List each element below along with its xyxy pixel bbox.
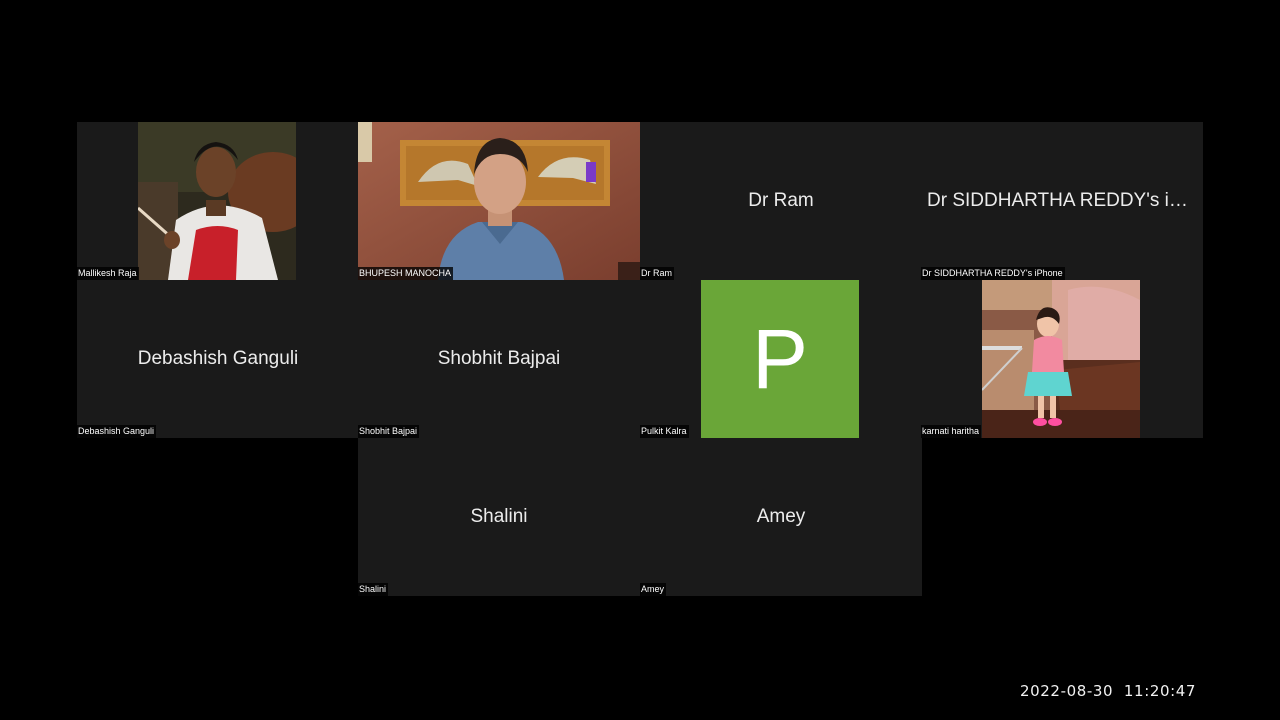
avatar-initial: P (751, 311, 809, 406)
participant-name-label: Dr Ram (640, 267, 674, 280)
participant-video (358, 122, 640, 280)
participant-tile-shalini[interactable]: Shalini Shalini (358, 438, 640, 596)
participant-name-label: Debashish Ganguli (77, 425, 157, 438)
participant-tile-dr-siddhartha-reddy[interactable]: Dr SIDDHARTHA REDDY's iPh... Dr SIDDHART… (921, 122, 1203, 280)
participant-tile-bhupesh-manocha[interactable]: BHUPESH MANOCHA (358, 122, 640, 280)
participant-video (982, 280, 1140, 438)
participant-name-label: Dr SIDDHARTHA REDDY's iPhone (921, 267, 1065, 280)
participant-tile-dr-ram[interactable]: Dr Ram Dr Ram (640, 122, 922, 280)
participant-avatar: P (701, 280, 859, 438)
participant-display-name: Dr SIDDHARTHA REDDY's iPh... (927, 190, 1203, 211)
participant-tile-debashish-ganguli[interactable]: Debashish Ganguli Debashish Ganguli (77, 280, 359, 438)
participant-display-name: Dr Ram (748, 190, 814, 211)
participant-display-name: Amey (756, 506, 806, 527)
participant-name-label: Pulkit Kalra (640, 425, 689, 438)
participant-tile-shobhit-bajpai[interactable]: Shobhit Bajpai Shobhit Bajpai (358, 280, 640, 438)
recording-timestamp: 2022-08-30 11:20:47 (1020, 682, 1197, 700)
participant-video (138, 122, 296, 280)
participant-name-label: Shobhit Bajpai (358, 425, 420, 438)
participant-display-name: Debashish Ganguli (137, 348, 299, 369)
participant-tile-pulkit-kalra[interactable]: P Pulkit Kalra (640, 280, 922, 438)
participant-display-name: Shalini (470, 506, 528, 527)
participant-tile-karnati-haritha[interactable]: karnati haritha (921, 280, 1203, 438)
participant-tile-amey[interactable]: Amey Amey (640, 438, 922, 596)
participant-display-name: Shobhit Bajpai (437, 348, 561, 369)
participant-name-label: BHUPESH MANOCHA (358, 267, 454, 280)
meeting-gallery-view: Mallikesh Raja BHUPESH MANOCHA Dr Ram Dr… (0, 0, 1280, 720)
participant-tile-mallikesh-raja[interactable]: Mallikesh Raja (77, 122, 359, 280)
participant-name-label: Amey (640, 583, 667, 596)
participant-name-label: karnati haritha (921, 425, 982, 438)
participant-name-label: Shalini (358, 583, 389, 596)
participant-name-label: Mallikesh Raja (77, 267, 139, 280)
